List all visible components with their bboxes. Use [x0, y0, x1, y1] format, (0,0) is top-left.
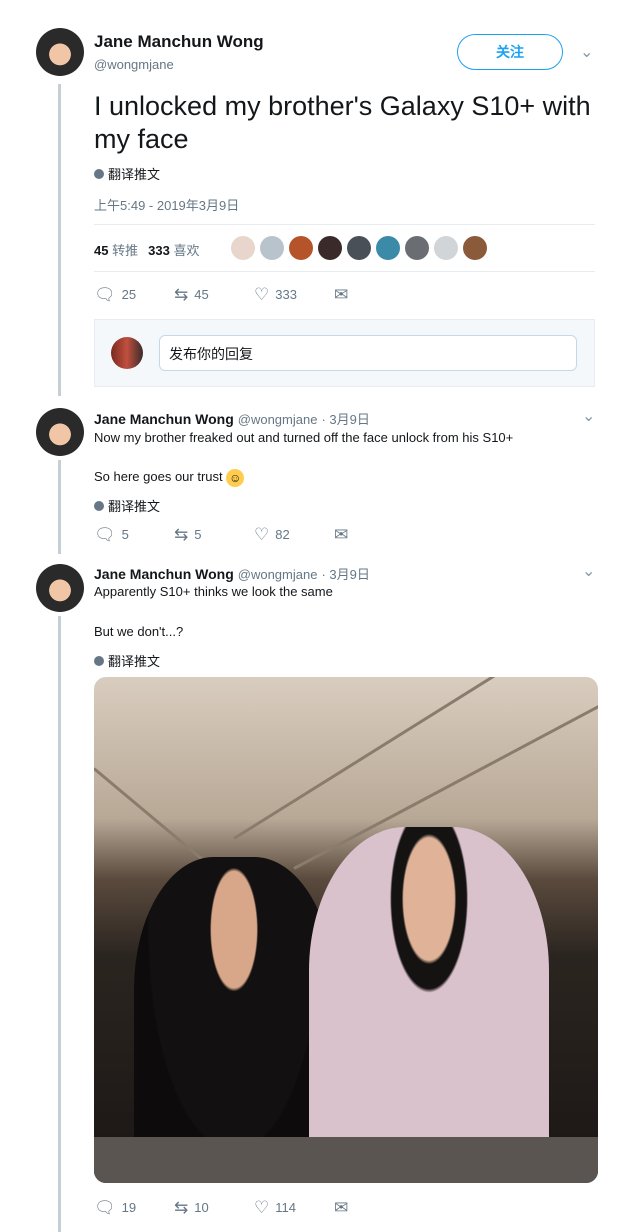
- divider: [94, 271, 595, 272]
- tweet-text-line: Now my brother freaked out and turned of…: [94, 430, 514, 445]
- message-action[interactable]: ✉: [334, 526, 414, 543]
- smiley-emoji-icon: ☺: [226, 468, 245, 487]
- author-handle[interactable]: @wongmjane: [94, 57, 174, 72]
- follow-button[interactable]: 关注: [457, 34, 563, 70]
- tweet-text-line: Apparently S10+ thinks we look the same: [94, 584, 333, 599]
- like-action[interactable]: ♡ 333: [254, 286, 334, 303]
- likes-count: 333: [148, 243, 170, 258]
- table-surface: [94, 1137, 598, 1183]
- author-name[interactable]: Jane Manchun Wong: [94, 32, 264, 52]
- tweet-text: I unlocked my brother's Galaxy S10+ with…: [94, 91, 591, 154]
- author-avatar[interactable]: [36, 564, 84, 612]
- tweet-actions: 🗨 5 ⇆ 5 ♡ 82 ✉: [94, 526, 414, 543]
- liker-avatar[interactable]: [347, 236, 371, 260]
- retweets-label: 转推: [112, 243, 139, 258]
- reply-count: 19: [121, 1200, 137, 1215]
- globe-icon: [94, 168, 104, 179]
- tweet-header: Jane Manchun Wong @wongmjane · 3月9日: [94, 564, 370, 583]
- thread-line: [58, 460, 61, 554]
- envelope-icon: ✉: [334, 1198, 349, 1217]
- tweet-stats: 45 转推 333 喜欢: [94, 240, 199, 259]
- like-count: 333: [275, 287, 297, 302]
- reply-icon: 🗨: [94, 525, 116, 544]
- retweet-icon: ⇆: [174, 285, 189, 304]
- author-name[interactable]: Jane Manchun Wong: [94, 411, 234, 427]
- envelope-icon: ✉: [334, 525, 349, 544]
- tweet-actions: 🗨 19 ⇆ 10 ♡ 114 ✉: [94, 1199, 414, 1216]
- retweet-count: 10: [194, 1200, 209, 1215]
- liker-avatar[interactable]: [463, 236, 487, 260]
- current-user-avatar: [111, 337, 143, 369]
- reply-action[interactable]: 🗨 25: [94, 286, 174, 303]
- heart-icon: ♡: [254, 525, 270, 544]
- envelope-icon: ✉: [334, 285, 349, 304]
- reply-action[interactable]: 🗨 19: [94, 1199, 174, 1216]
- author-handle[interactable]: @wongmjane: [238, 567, 318, 582]
- tweet-header: Jane Manchun Wong @wongmjane · 3月9日: [94, 409, 370, 428]
- translate-tweet-link[interactable]: 翻译推文: [94, 651, 160, 670]
- translate-tweet-link[interactable]: 翻译推文: [94, 164, 160, 183]
- liker-avatar[interactable]: [231, 236, 255, 260]
- likes-label: 喜欢: [173, 243, 200, 258]
- author-avatar[interactable]: [36, 28, 84, 76]
- reply-composer: 发布你的回复: [94, 319, 595, 387]
- heart-icon: ♡: [254, 285, 270, 304]
- tweet-text-line-2: So here goes our trust: [94, 469, 223, 484]
- translate-label: 翻译推文: [108, 167, 161, 182]
- man-figure: [309, 827, 549, 1183]
- like-count: 114: [275, 1200, 296, 1215]
- translate-label: 翻译推文: [108, 499, 161, 514]
- liker-avatar[interactable]: [405, 236, 429, 260]
- tweet-text-line: So here goes our trust ☺: [94, 467, 245, 487]
- chevron-down-icon[interactable]: ⌄: [582, 406, 595, 426]
- translate-label: 翻译推文: [108, 654, 161, 669]
- tweet-actions: 🗨 25 ⇆ 45 ♡ 333 ✉: [94, 286, 414, 303]
- likes-stat[interactable]: 333 喜欢: [148, 240, 199, 259]
- thread-line: [58, 84, 61, 396]
- retweet-icon: ⇆: [174, 1198, 189, 1217]
- tweet-photo[interactable]: [94, 677, 598, 1183]
- globe-icon: [94, 500, 104, 511]
- author-name[interactable]: Jane Manchun Wong: [94, 566, 234, 582]
- retweets-count: 45: [94, 243, 109, 258]
- like-action[interactable]: ♡ 82: [254, 526, 334, 543]
- tweet-date[interactable]: · 3月9日: [321, 564, 369, 583]
- chevron-down-icon[interactable]: ⌄: [580, 42, 593, 62]
- like-count: 82: [275, 527, 290, 542]
- tweet-timestamp[interactable]: 上午5:49 - 2019年3月9日: [94, 195, 239, 214]
- retweet-action[interactable]: ⇆ 45: [174, 286, 254, 303]
- author-handle[interactable]: @wongmjane: [238, 412, 318, 427]
- retweet-action[interactable]: ⇆ 10: [174, 1199, 254, 1216]
- reply-count: 25: [121, 287, 137, 302]
- retweet-count: 5: [194, 527, 202, 542]
- reply-action[interactable]: 🗨 5: [94, 526, 174, 543]
- globe-icon: [94, 655, 104, 666]
- reply-icon: 🗨: [94, 285, 116, 304]
- liker-avatar[interactable]: [376, 236, 400, 260]
- reply-icon: 🗨: [94, 1198, 116, 1217]
- liker-avatar[interactable]: [289, 236, 313, 260]
- liker-avatar[interactable]: [260, 236, 284, 260]
- message-action[interactable]: ✉: [334, 286, 414, 303]
- tweet-date[interactable]: · 3月9日: [321, 409, 369, 428]
- woman-figure: [134, 857, 334, 1183]
- heart-icon: ♡: [254, 1198, 270, 1217]
- translate-tweet-link[interactable]: 翻译推文: [94, 496, 160, 515]
- divider: [94, 224, 595, 225]
- tweet-text-line-2: But we don't...?: [94, 624, 184, 639]
- chevron-down-icon[interactable]: ⌄: [582, 561, 595, 581]
- reply-input[interactable]: 发布你的回复: [159, 335, 577, 371]
- author-avatar[interactable]: [36, 408, 84, 456]
- liker-avatar[interactable]: [318, 236, 342, 260]
- retweets-stat[interactable]: 45 转推: [94, 240, 138, 259]
- reply-count: 5: [121, 527, 129, 542]
- thread-line: [58, 616, 61, 1232]
- retweet-icon: ⇆: [174, 525, 189, 544]
- like-action[interactable]: ♡ 114: [254, 1199, 334, 1216]
- retweet-action[interactable]: ⇆ 5: [174, 526, 254, 543]
- retweet-count: 45: [194, 287, 209, 302]
- message-action[interactable]: ✉: [334, 1199, 414, 1216]
- liker-avatar[interactable]: [434, 236, 458, 260]
